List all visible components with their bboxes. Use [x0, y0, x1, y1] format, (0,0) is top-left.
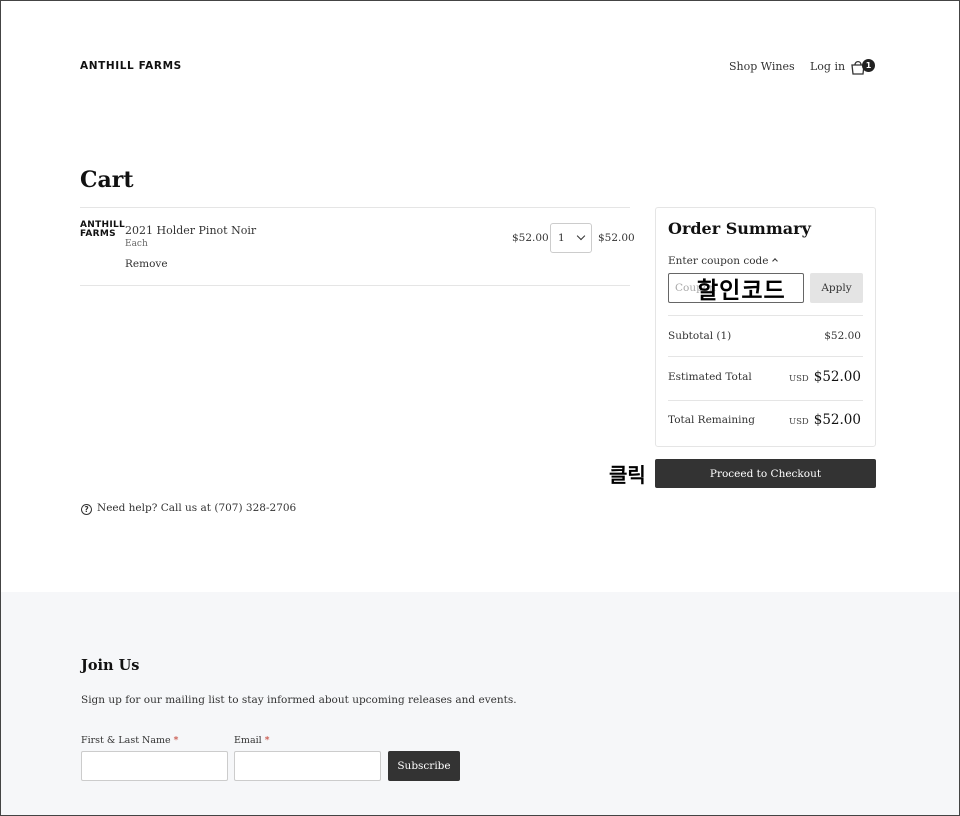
- total-remaining-label: Total Remaining: [668, 414, 755, 426]
- order-summary-title: Order Summary: [668, 219, 811, 238]
- divider: [668, 400, 863, 401]
- line-total: $52.00: [598, 232, 635, 244]
- estimated-total-value: USD $52.00: [789, 369, 861, 385]
- annotation-click: 클릭: [609, 463, 646, 487]
- remove-item-link[interactable]: Remove: [125, 258, 168, 270]
- currency-code: USD: [788, 374, 809, 384]
- total-remaining-amount: $52.00: [813, 412, 861, 428]
- apply-coupon-button[interactable]: Apply: [810, 273, 863, 303]
- question-circle-icon: ?: [81, 504, 92, 515]
- divider: [80, 207, 630, 208]
- divider: [668, 315, 863, 316]
- nav-log-in[interactable]: Log in: [810, 60, 845, 73]
- total-remaining-value: USD $52.00: [789, 412, 861, 428]
- quantity-select[interactable]: 1: [550, 223, 592, 253]
- name-field[interactable]: [81, 751, 228, 781]
- page: ANTHILL FARMS Shop Wines Log in 1 Cart A…: [1, 1, 959, 815]
- newsletter-description: Sign up for our mailing list to stay inf…: [81, 694, 517, 706]
- estimated-total-label: Estimated Total: [668, 371, 752, 383]
- product-unit: Each: [125, 239, 148, 249]
- name-field-label: First & Last Name *: [81, 735, 178, 746]
- email-field[interactable]: [234, 751, 381, 781]
- subscribe-button[interactable]: Subscribe: [388, 751, 460, 781]
- product-logo-line2: FARMS: [80, 229, 116, 239]
- help-line: ? Need help? Call us at (707) 328-2706: [81, 502, 296, 515]
- nav-shop-wines[interactable]: Shop Wines: [729, 60, 795, 73]
- name-label-text: First & Last Name: [81, 735, 171, 746]
- page-title: Cart: [80, 167, 134, 193]
- email-field-label: Email *: [234, 735, 269, 746]
- chevron-down-icon: [576, 231, 586, 241]
- newsletter-title: Join Us: [81, 657, 140, 674]
- unit-price: $52.00: [512, 232, 549, 244]
- chevron-up-icon: [772, 258, 779, 264]
- divider: [80, 285, 630, 286]
- product-name: 2021 Holder Pinot Noir: [125, 224, 257, 237]
- email-label-text: Email: [234, 735, 262, 746]
- coupon-toggle[interactable]: Enter coupon code: [668, 255, 779, 267]
- subtotal-label: Subtotal (1): [668, 330, 732, 342]
- currency-code: USD: [788, 417, 809, 427]
- proceed-to-checkout-button[interactable]: Proceed to Checkout: [655, 459, 876, 488]
- coupon-input[interactable]: [668, 273, 804, 303]
- product-logo: ANTHILL FARMS: [80, 221, 125, 239]
- help-text[interactable]: Need help? Call us at (707) 328-2706: [97, 502, 296, 514]
- required-mark: *: [173, 735, 179, 746]
- cart-count-badge: 1: [862, 59, 875, 72]
- estimated-total-amount: $52.00: [813, 369, 861, 385]
- order-summary-panel: [655, 207, 876, 447]
- quantity-value: 1: [558, 232, 565, 244]
- subtotal-value: $52.00: [824, 330, 861, 342]
- divider: [668, 356, 863, 357]
- site-logo[interactable]: ANTHILL FARMS: [80, 60, 182, 72]
- coupon-toggle-label: Enter coupon code: [668, 255, 769, 267]
- required-mark: *: [264, 735, 270, 746]
